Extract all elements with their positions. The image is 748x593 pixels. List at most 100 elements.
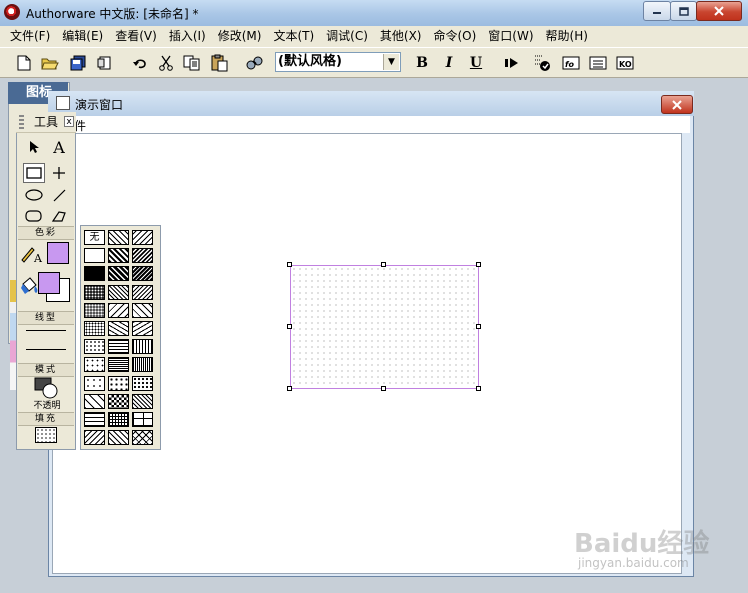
menu-text[interactable]: 文本(T) bbox=[267, 26, 320, 47]
fill-pattern-swatch[interactable] bbox=[108, 357, 129, 372]
fill-pattern-swatch[interactable] bbox=[132, 248, 153, 263]
current-fill-pattern[interactable] bbox=[35, 427, 57, 443]
handle-bottom-left[interactable] bbox=[287, 386, 292, 391]
drag-grip-icon[interactable] bbox=[19, 115, 24, 129]
save-all-icon bbox=[70, 55, 86, 71]
text-tool[interactable]: A bbox=[48, 137, 70, 157]
line-tool[interactable] bbox=[48, 163, 70, 183]
fill-pattern-swatch[interactable] bbox=[84, 430, 105, 445]
text-style-combo[interactable]: (默认风格) ▼ bbox=[275, 52, 401, 72]
handle-bottom-middle[interactable] bbox=[381, 386, 386, 391]
menu-other[interactable]: 其他(X) bbox=[374, 26, 428, 47]
handle-top-right[interactable] bbox=[476, 262, 481, 267]
fill-pattern-swatch[interactable] bbox=[84, 357, 105, 372]
fill-pattern-swatch[interactable] bbox=[132, 285, 153, 300]
menu-help[interactable]: 帮助(H) bbox=[540, 26, 594, 47]
find-button[interactable] bbox=[244, 53, 264, 73]
control-panel-button[interactable] bbox=[533, 53, 553, 73]
open-file-button[interactable] bbox=[40, 53, 60, 73]
fill-pattern-swatch[interactable] bbox=[84, 248, 105, 263]
handle-middle-left[interactable] bbox=[287, 324, 292, 329]
fill-pattern-swatch[interactable] bbox=[84, 376, 105, 391]
fill-pattern-swatch[interactable] bbox=[132, 266, 153, 281]
menu-insert[interactable]: 插入(I) bbox=[163, 26, 212, 47]
save-all-button[interactable] bbox=[68, 53, 88, 73]
minimize-button[interactable] bbox=[643, 1, 671, 21]
fill-pattern-swatch[interactable] bbox=[108, 248, 129, 263]
fill-pattern-swatch[interactable] bbox=[84, 266, 105, 281]
italic-button[interactable]: I bbox=[439, 53, 459, 73]
fill-pattern-swatch[interactable] bbox=[108, 321, 129, 336]
fill-pattern-swatch[interactable] bbox=[132, 430, 153, 445]
fill-pattern-swatch[interactable] bbox=[108, 376, 129, 391]
fill-pattern-swatch[interactable] bbox=[108, 430, 129, 445]
fill-pattern-swatch[interactable] bbox=[132, 394, 153, 409]
presentation-close-button[interactable] bbox=[661, 95, 693, 114]
menu-edit[interactable]: 编辑(E) bbox=[56, 26, 109, 47]
fill-pattern-swatch[interactable] bbox=[84, 412, 105, 427]
fill-pattern-swatch[interactable] bbox=[132, 321, 153, 336]
fill-pattern-swatch[interactable] bbox=[84, 321, 105, 336]
menu-view[interactable]: 查看(V) bbox=[109, 26, 163, 47]
line-style-thin[interactable] bbox=[26, 330, 66, 331]
undo-button[interactable] bbox=[130, 53, 150, 73]
menu-command[interactable]: 命令(O) bbox=[427, 26, 482, 47]
fill-pattern-swatch[interactable] bbox=[132, 376, 153, 391]
fill-foreground-color-swatch[interactable] bbox=[38, 272, 60, 294]
presentation-window-titlebar[interactable] bbox=[48, 91, 694, 116]
handle-top-middle[interactable] bbox=[381, 262, 386, 267]
polygon-tool[interactable] bbox=[48, 206, 70, 226]
pointer-tool[interactable] bbox=[23, 137, 45, 157]
rounded-rectangle-tool[interactable] bbox=[23, 206, 45, 226]
fill-pattern-swatch[interactable] bbox=[132, 357, 153, 372]
close-button[interactable] bbox=[696, 1, 742, 21]
underline-button[interactable]: U bbox=[466, 53, 486, 73]
find-icon bbox=[246, 56, 263, 70]
fill-pattern-swatch[interactable] bbox=[108, 266, 129, 281]
drawn-rectangle[interactable] bbox=[290, 265, 479, 389]
fill-pattern-swatch[interactable] bbox=[108, 303, 129, 318]
variable-button[interactable] bbox=[588, 53, 608, 73]
menu-debug[interactable]: 调试(C) bbox=[320, 26, 374, 47]
import-button[interactable] bbox=[94, 53, 114, 73]
menu-file[interactable]: 文件(F) bbox=[4, 26, 56, 47]
copy-button[interactable] bbox=[182, 53, 202, 73]
fill-pattern-swatch[interactable] bbox=[84, 285, 105, 300]
tools-panel-titlebar[interactable]: 工具 x bbox=[16, 112, 76, 133]
fill-pattern-swatch[interactable] bbox=[84, 303, 105, 318]
restart-button[interactable] bbox=[502, 53, 522, 73]
handle-top-left[interactable] bbox=[287, 262, 292, 267]
function-button[interactable]: fo bbox=[561, 53, 581, 73]
menu-window[interactable]: 窗口(W) bbox=[482, 26, 539, 47]
crosshair-icon bbox=[53, 167, 65, 179]
fill-pattern-swatch[interactable] bbox=[132, 339, 153, 354]
fill-pattern-swatch[interactable] bbox=[108, 339, 129, 354]
fill-pattern-swatch[interactable] bbox=[108, 412, 129, 427]
fill-pattern-swatch[interactable] bbox=[84, 394, 105, 409]
fill-pattern-swatch[interactable] bbox=[108, 285, 129, 300]
handle-middle-right[interactable] bbox=[476, 324, 481, 329]
knowledge-object-button[interactable]: KO bbox=[615, 53, 635, 73]
fill-pattern-swatch[interactable] bbox=[108, 394, 129, 409]
line-color-tool[interactable]: A bbox=[20, 244, 46, 267]
fill-pattern-swatch[interactable] bbox=[132, 303, 153, 318]
bold-button[interactable]: B bbox=[412, 53, 432, 73]
handle-bottom-right[interactable] bbox=[476, 386, 481, 391]
paste-button[interactable] bbox=[210, 53, 230, 73]
tools-close-button[interactable]: x bbox=[64, 116, 74, 127]
diagonal-line-tool[interactable] bbox=[48, 185, 70, 205]
fill-pattern-swatch[interactable] bbox=[132, 230, 153, 245]
fill-pattern-swatch[interactable] bbox=[108, 230, 129, 245]
foreground-color-swatch[interactable] bbox=[47, 242, 69, 264]
fill-pattern-swatch[interactable] bbox=[132, 412, 153, 427]
new-file-button[interactable] bbox=[14, 53, 34, 73]
line-style-arrow[interactable] bbox=[26, 349, 66, 350]
cut-button[interactable] bbox=[156, 53, 176, 73]
ellipse-tool[interactable] bbox=[23, 185, 45, 205]
rectangle-tool[interactable] bbox=[23, 163, 45, 183]
menu-modify[interactable]: 修改(M) bbox=[212, 26, 268, 47]
fill-pattern-none[interactable]: 无 bbox=[84, 230, 105, 245]
fill-pattern-swatch[interactable] bbox=[84, 339, 105, 354]
maximize-button[interactable] bbox=[670, 1, 697, 21]
copy-icon bbox=[183, 55, 200, 71]
